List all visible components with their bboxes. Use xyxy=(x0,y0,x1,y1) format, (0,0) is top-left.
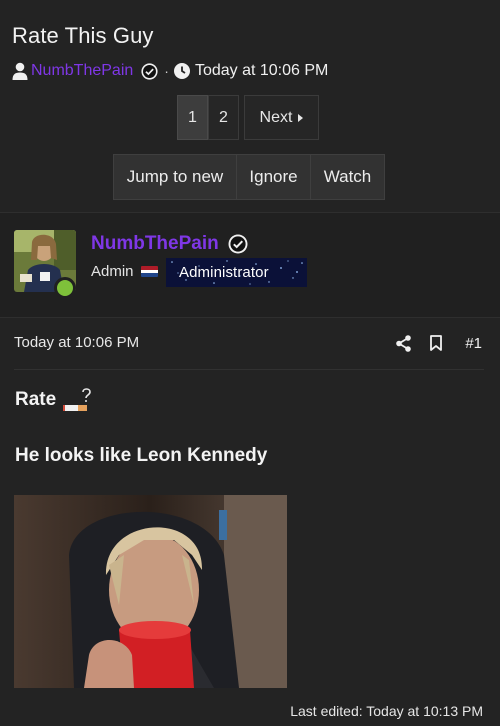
poster-name-wrap: NumbThePain xyxy=(91,233,248,255)
post-line-1: Rate xyxy=(15,385,93,415)
user-title: Admin xyxy=(91,263,134,280)
page-1-button[interactable]: 1 xyxy=(177,95,208,140)
thread-meta: NumbThePain · Today at 10:06 PM xyxy=(12,60,328,82)
pagination: 1 2 Next xyxy=(177,95,319,140)
thread-date[interactable]: Today at 10:06 PM xyxy=(195,62,328,80)
poster-info: NumbThePain Admin Administrator xyxy=(0,212,500,318)
page-2-button[interactable]: 2 xyxy=(208,95,239,140)
ignore-button[interactable]: Ignore xyxy=(237,154,311,200)
next-label: Next xyxy=(259,108,293,126)
verified-icon xyxy=(228,234,248,254)
post-number-link[interactable]: #1 xyxy=(465,333,482,353)
bookmark-icon[interactable] xyxy=(429,333,443,353)
jump-to-new-button[interactable]: Jump to new xyxy=(113,154,237,200)
clock-icon xyxy=(173,63,190,79)
caret-right-icon xyxy=(298,113,304,122)
last-edited: Last edited: Today at 10:13 PM xyxy=(290,703,483,719)
watch-button[interactable]: Watch xyxy=(311,154,385,200)
post-line-2: He looks like Leon Kennedy xyxy=(15,445,268,466)
poster-name[interactable]: NumbThePain xyxy=(91,233,219,255)
user-banner: Administrator xyxy=(166,258,307,287)
post-date[interactable]: Today at 10:06 PM xyxy=(14,334,139,351)
online-status-indicator xyxy=(54,277,76,299)
thread-title: Rate This Guy xyxy=(12,23,154,48)
person-icon xyxy=(12,62,28,80)
post-divider xyxy=(14,369,484,370)
next-page-button[interactable]: Next xyxy=(244,95,319,140)
post-image[interactable] xyxy=(14,495,287,688)
post-line-1-text: Rate xyxy=(15,389,57,410)
thread-author-link[interactable]: NumbThePain xyxy=(31,62,133,80)
user-banner-text: Administrator xyxy=(179,264,269,281)
meta-separator: · xyxy=(164,63,169,79)
post-body: Rate He looks like Leon Kennedy xyxy=(15,385,267,466)
netherlands-flag-icon xyxy=(140,266,158,277)
post-tools: #1 xyxy=(395,333,482,353)
share-icon[interactable] xyxy=(395,333,412,353)
post-header: Today at 10:06 PM #1 xyxy=(0,318,500,370)
verified-icon xyxy=(141,62,158,80)
cigarette-question-icon xyxy=(63,386,93,414)
thread-actions: Jump to new Ignore Watch xyxy=(113,154,385,200)
user-title-wrap: Admin xyxy=(91,263,158,280)
